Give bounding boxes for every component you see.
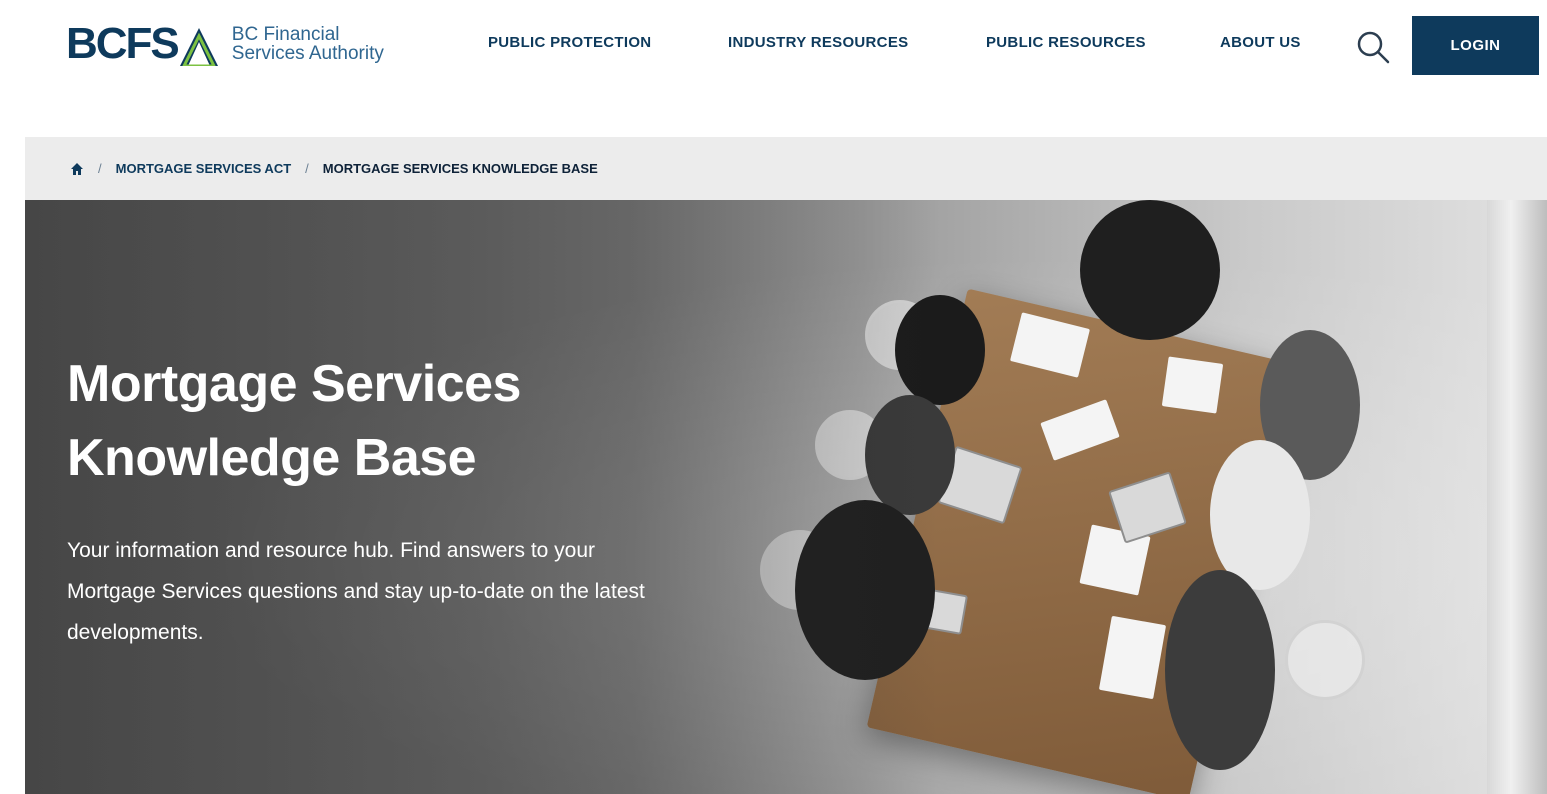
logo-text-line2: Services Authority [231, 43, 384, 64]
logo-a-icon [179, 26, 218, 66]
logo-text-line1: BC Financial [231, 24, 340, 45]
search-icon[interactable] [1354, 28, 1392, 66]
breadcrumb-separator: / [98, 161, 102, 176]
nav-public-protection[interactable]: PUBLIC PROTECTION [488, 34, 651, 51]
hero-description-line2: Mortgage Services questions and stay up-… [67, 580, 645, 603]
breadcrumb: / MORTGAGE SERVICES ACT / MORTGAGE SERVI… [25, 137, 1547, 200]
hero-overlay [25, 200, 1547, 794]
breadcrumb-current-page: MORTGAGE SERVICES KNOWLEDGE BASE [322, 161, 598, 176]
bcfsa-logo[interactable]: BCFS BC Financial Services Authority [66, 22, 384, 66]
hero-description: Your information and resource hub. Find … [67, 530, 827, 653]
login-button[interactable]: LOGIN [1412, 16, 1539, 75]
page-title: Mortgage Services Knowledge Base [67, 347, 687, 495]
page-title-line1: Mortgage Services [67, 355, 521, 413]
breadcrumb-separator: / [305, 161, 309, 176]
page-title-line2: Knowledge Base [67, 429, 477, 487]
logo-mark: BCFS [66, 22, 218, 66]
hero-description-line1: Your information and resource hub. Find … [67, 539, 596, 562]
hero-banner: Mortgage Services Knowledge Base Your in… [25, 200, 1547, 794]
breadcrumb-mortgage-services-act[interactable]: MORTGAGE SERVICES ACT [116, 161, 292, 176]
logo-mark-text: BCFS [66, 19, 180, 68]
hero-description-line3: developments. [67, 621, 204, 644]
home-icon[interactable] [70, 162, 84, 176]
site-header: BCFS BC Financial Services Authority PUB… [0, 0, 1547, 92]
nav-public-resources[interactable]: PUBLIC RESOURCES [986, 34, 1146, 51]
nav-about-us[interactable]: ABOUT US [1220, 34, 1301, 51]
logo-text: BC Financial Services Authority [232, 25, 384, 63]
nav-industry-resources[interactable]: INDUSTRY RESOURCES [728, 34, 908, 51]
